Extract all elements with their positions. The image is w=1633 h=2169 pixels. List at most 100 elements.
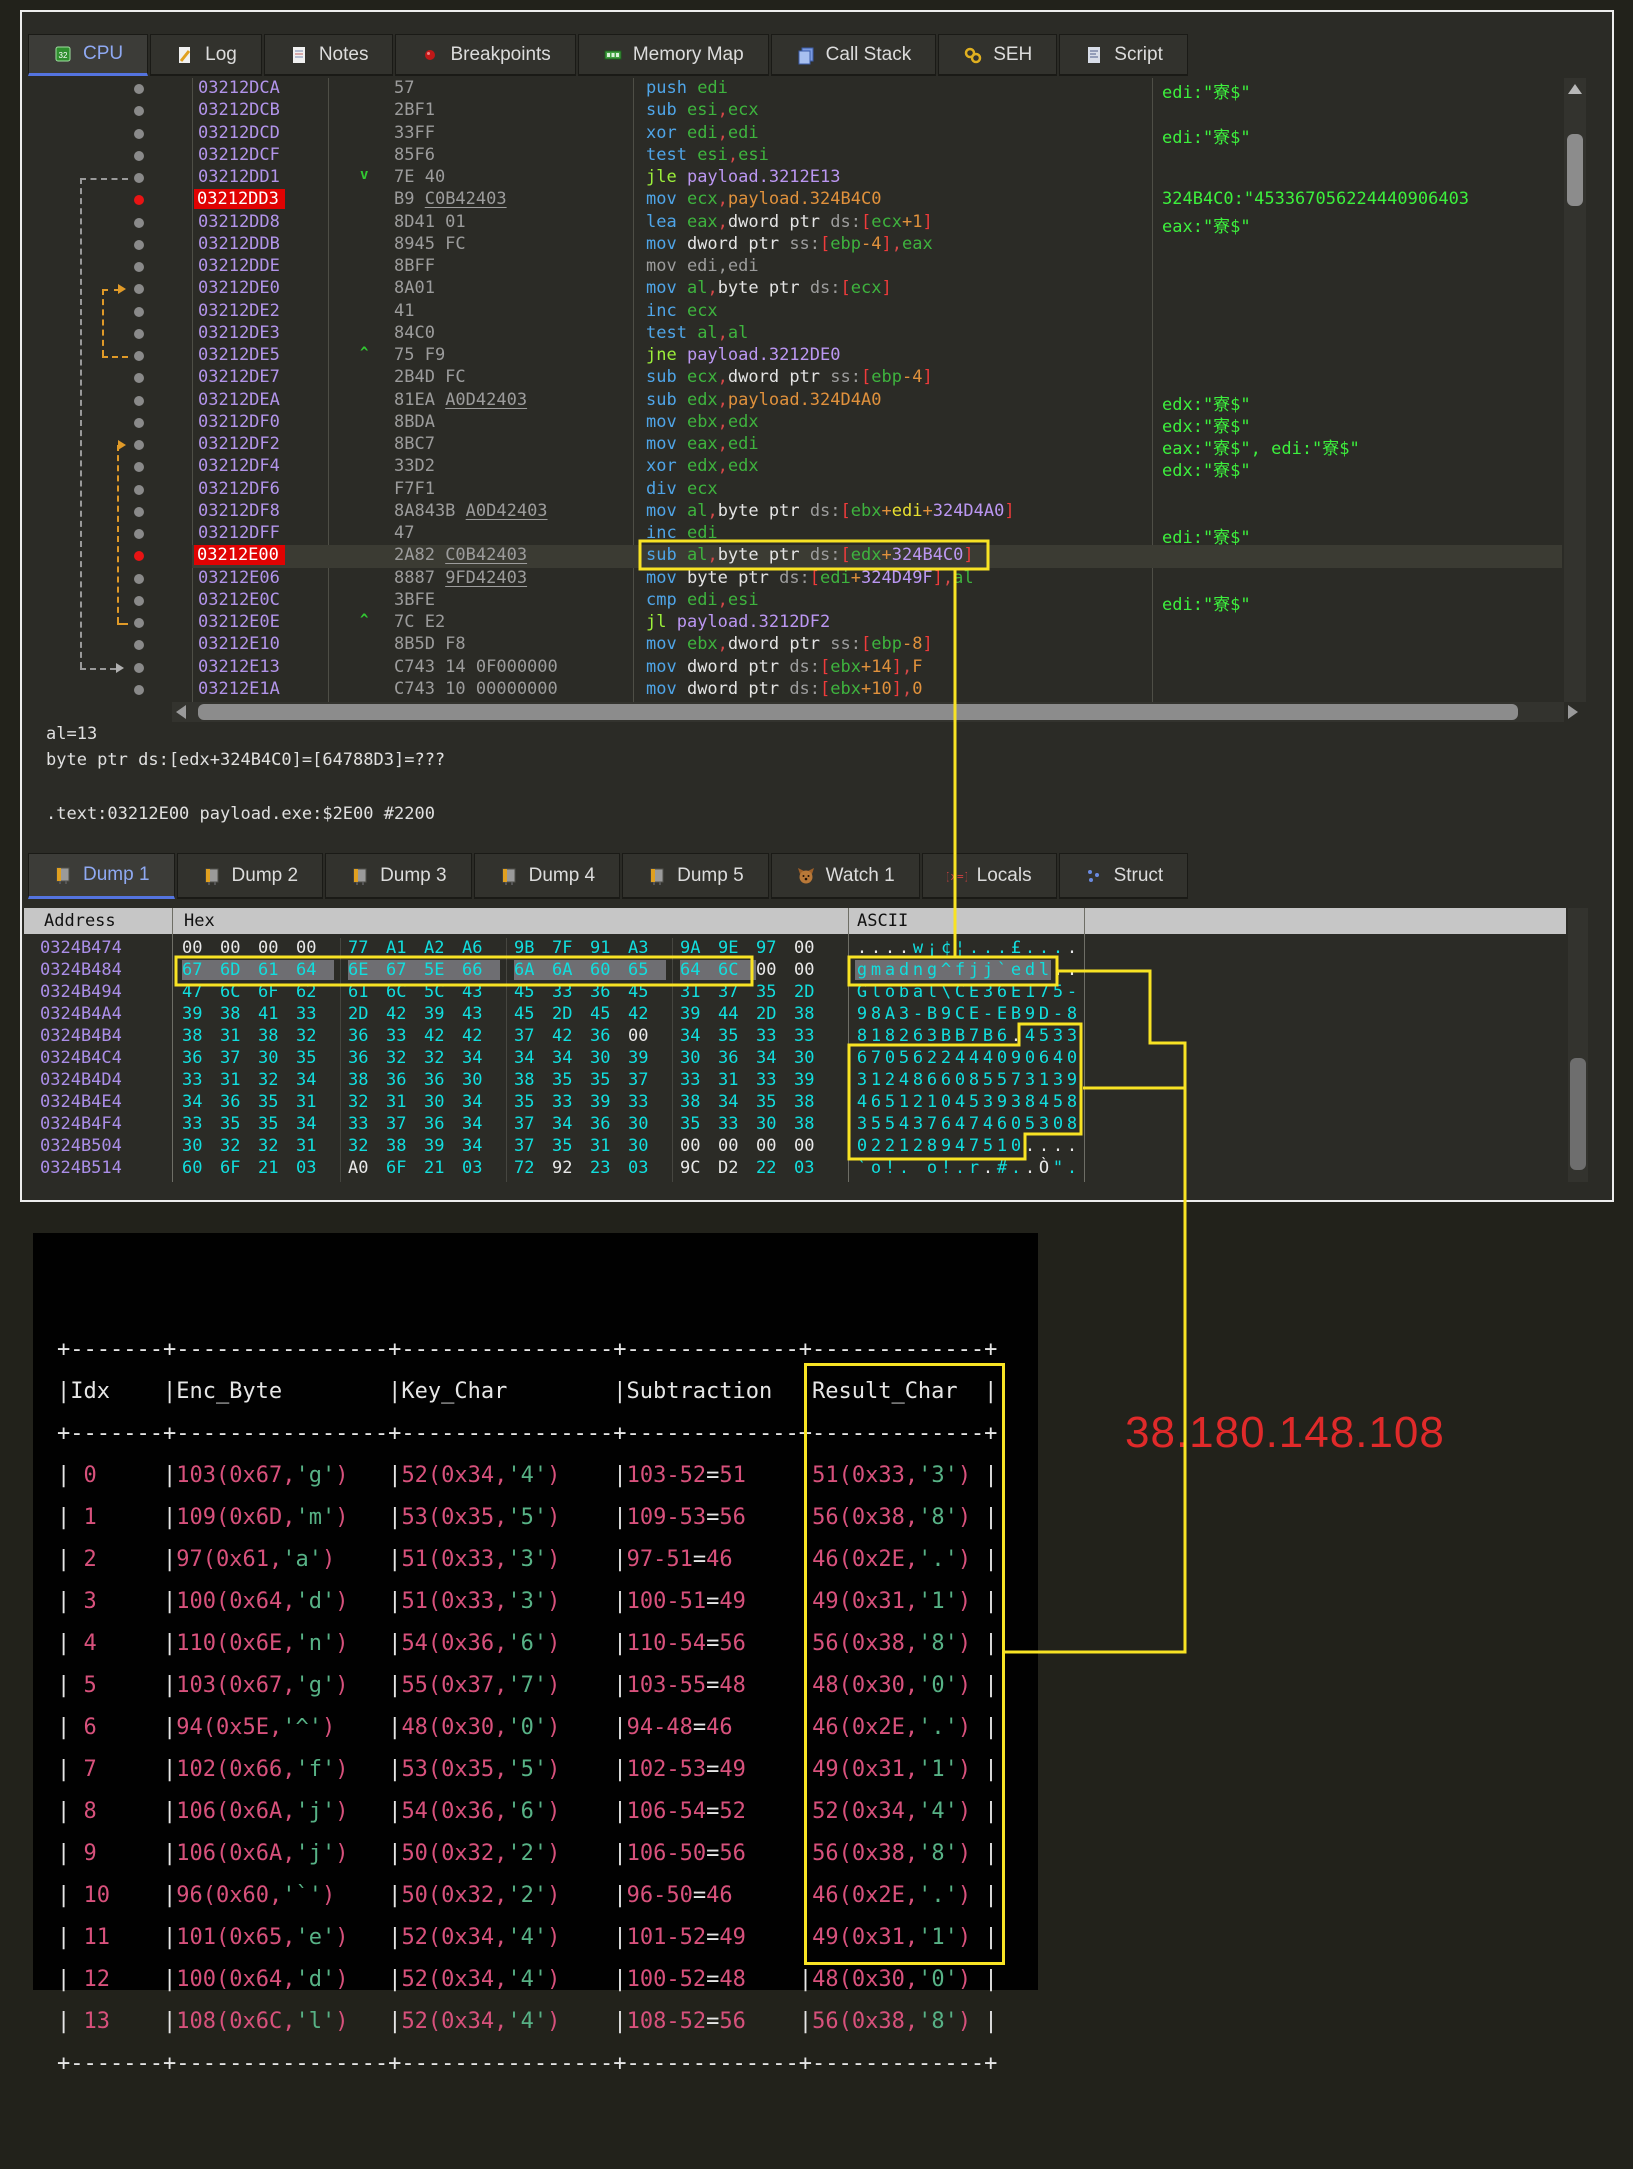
breakpoint-dot[interactable]: [134, 173, 144, 183]
disasm-row[interactable]: 03212E0E^7C E2jl payload.3212DF2: [22, 612, 1562, 634]
breakpoint-dot[interactable]: [134, 284, 144, 294]
breakpoint-dot[interactable]: [134, 663, 144, 673]
dump-row[interactable]: 0324B514606F2103A06F2103729223039CD22203…: [22, 1158, 1566, 1180]
tab-script[interactable]: Script: [1059, 34, 1188, 76]
disasm-row[interactable]: 03212DE241inc ecx: [22, 301, 1562, 323]
breakpoint-dot-active[interactable]: [134, 551, 144, 561]
dump-rows[interactable]: 0324B4740000000077A1A2A69B7F91A39A9E9700…: [22, 938, 1566, 1182]
dump-row[interactable]: 0324B4F433353534333736343734363035333038…: [22, 1114, 1566, 1136]
disassembly-view[interactable]: 03212DCA57push ediedi:"寮$"03212DCB2BF1su…: [22, 78, 1562, 702]
tab-dump-4[interactable]: Dump 4: [474, 853, 621, 899]
tab-dump-3[interactable]: Dump 3: [325, 853, 472, 899]
disasm-row[interactable]: 03212DE08A01mov al,byte ptr ds:[ecx]: [22, 278, 1562, 300]
disasm-row[interactable]: 03212DE384C0test al,al: [22, 323, 1562, 345]
disasm-row[interactable]: 03212E1AC743 10 00000000mov dword ptr ds…: [22, 679, 1562, 701]
tab-notes[interactable]: Notes: [264, 34, 394, 76]
breakpoint-dot[interactable]: [134, 373, 144, 383]
disasm-row[interactable]: 03212E002A82 C0B42403sub al,byte ptr ds:…: [22, 545, 1562, 567]
disasm-row[interactable]: 03212DFF47inc ediedi:"寮$": [22, 523, 1562, 545]
disasm-row[interactable]: 03212DF08BDAmov ebx,edxedx:"寮$": [22, 412, 1562, 434]
breakpoint-dot[interactable]: [134, 151, 144, 161]
disasm-row[interactable]: 03212DD88D41 01lea eax,dword ptr ds:[ecx…: [22, 212, 1562, 234]
disasm-row[interactable]: 03212DF6F7F1div ecx: [22, 479, 1562, 501]
disasm-row[interactable]: 03212DDB8945 FCmov dword ptr ss:[ebp-4],…: [22, 234, 1562, 256]
breakpoint-dot[interactable]: [134, 529, 144, 539]
scroll-thumb[interactable]: [1570, 1058, 1586, 1170]
dump-row[interactable]: 0324B4A4393841332D423943452D454239442D38…: [22, 1004, 1566, 1026]
disasm-row[interactable]: 03212DCB2BF1sub esi,ecx: [22, 100, 1562, 122]
disasm-row[interactable]: 03212DD3B9 C0B42403mov ecx,payload.324B4…: [22, 189, 1562, 211]
instruction-bytes: 2A82 C0B42403: [394, 545, 527, 565]
tab-cpu[interactable]: 32CPU: [28, 34, 148, 76]
breakpoint-dot[interactable]: [134, 307, 144, 317]
disasm-row[interactable]: 03212DF433D2xor edx,edxedx:"寮$": [22, 456, 1562, 478]
disasm-row[interactable]: 03212E068887 9FD42403mov byte ptr ds:[ed…: [22, 568, 1562, 590]
scroll-up-icon[interactable]: [1568, 84, 1582, 94]
breakpoint-dot[interactable]: [134, 685, 144, 695]
instruction-text: sub al,byte ptr ds:[edx+324B4C0]: [646, 545, 974, 565]
breakpoint-dot[interactable]: [134, 262, 144, 272]
breakpoint-dot[interactable]: [134, 507, 144, 517]
disasm-row[interactable]: 03212DEA81EA A0D42403sub edx,payload.324…: [22, 390, 1562, 412]
breakpoint-dot[interactable]: [134, 485, 144, 495]
tab-dump-2[interactable]: Dump 2: [177, 853, 324, 899]
breakpoint-dot[interactable]: [134, 640, 144, 650]
tab-log[interactable]: Log: [150, 34, 262, 76]
disasm-row[interactable]: 03212DD1v7E 40jle payload.3212E13: [22, 167, 1562, 189]
dump-row[interactable]: 0324B4E434363531323130343533393338343538…: [22, 1092, 1566, 1114]
breakpoint-dot[interactable]: [134, 129, 144, 139]
breakpoint-dot[interactable]: [134, 418, 144, 428]
instruction-address: 03212DD3: [194, 189, 285, 209]
breakpoint-dot[interactable]: [134, 462, 144, 472]
dump-row[interactable]: 0324B4740000000077A1A2A69B7F91A39A9E9700…: [22, 938, 1566, 960]
breakpoint-dot[interactable]: [134, 218, 144, 228]
breakpoint-dot-active[interactable]: [134, 195, 144, 205]
disasm-row[interactable]: 03212DCD33FFxor edi,ediedi:"寮$": [22, 123, 1562, 145]
breakpoint-dot[interactable]: [134, 396, 144, 406]
tab-seh[interactable]: SEH: [938, 34, 1057, 76]
breakpoint-dot[interactable]: [134, 618, 144, 628]
disasm-row[interactable]: 03212DCF85F6test esi,esi: [22, 145, 1562, 167]
disasm-row[interactable]: 03212DE72B4D FCsub ecx,dword ptr ss:[ebp…: [22, 367, 1562, 389]
tab-watch-1[interactable]: Watch 1: [771, 853, 920, 899]
breakpoint-dot[interactable]: [134, 574, 144, 584]
disasm-row[interactable]: 03212E0C3BFEcmp edi,esiedi:"寮$": [22, 590, 1562, 612]
dump-ascii: 98A3-B9CE-EB9D-8: [855, 1004, 1079, 1024]
tab-locals[interactable]: [x=]Locals: [922, 853, 1057, 899]
tab-struct[interactable]: Struct: [1059, 853, 1189, 899]
disasm-row[interactable]: 03212DE5^75 F9jne payload.3212DE0: [22, 345, 1562, 367]
dump-row[interactable]: 0324B494476C6F62616C5C43453336453137352D…: [22, 982, 1566, 1004]
dump-row[interactable]: 0324B4D433313234383636303835353733313339…: [22, 1070, 1566, 1092]
dump-vscrollbar[interactable]: [1568, 908, 1588, 1182]
tab-memory-map[interactable]: Memory Map: [578, 34, 769, 76]
dump-row[interactable]: 0324B4C436373035363232343434303930363430…: [22, 1048, 1566, 1070]
disasm-row[interactable]: 03212DDE8BFFmov edi,edi: [22, 256, 1562, 278]
disasm-hscrollbar[interactable]: [172, 702, 1564, 722]
dump-row[interactable]: 0324B4B438313832363342423742360034353333…: [22, 1026, 1566, 1048]
breakpoint-dot[interactable]: [134, 596, 144, 606]
tab-call-stack[interactable]: Call Stack: [771, 34, 937, 76]
disasm-row[interactable]: 03212DF88A843B A0D42403mov al,byte ptr d…: [22, 501, 1562, 523]
disasm-vscrollbar[interactable]: [1564, 78, 1586, 702]
disasm-row[interactable]: 03212DF28BC7mov eax,edieax:"寮$", edi:"寮$…: [22, 434, 1562, 456]
breakpoint-dot[interactable]: [134, 351, 144, 361]
scroll-left-icon[interactable]: [176, 705, 186, 719]
breakpoint-dot[interactable]: [134, 440, 144, 450]
breakpoint-dot[interactable]: [134, 329, 144, 339]
breakpoint-dot[interactable]: [134, 240, 144, 250]
breakpoint-dot[interactable]: [134, 106, 144, 116]
scroll-right-icon[interactable]: [1568, 705, 1578, 719]
dump-row[interactable]: 0324B484676D61646E675E666A6A6065646C0000…: [22, 960, 1566, 982]
disasm-row[interactable]: 03212E108B5D F8mov ebx,dword ptr ss:[ebp…: [22, 634, 1562, 656]
dump-row[interactable]: 0324B50430323231323839343735313000000000…: [22, 1136, 1566, 1158]
instruction-bytes: 8945 FC: [394, 234, 466, 254]
tab-breakpoints[interactable]: Breakpoints: [395, 34, 575, 76]
disasm-row[interactable]: 03212E13C743 14 0F000000mov dword ptr ds…: [22, 657, 1562, 679]
breakpoint-dot[interactable]: [134, 84, 144, 94]
disasm-row[interactable]: 03212DCA57push ediedi:"寮$": [22, 78, 1562, 100]
scroll-thumb[interactable]: [198, 704, 1518, 720]
scroll-thumb[interactable]: [1567, 134, 1583, 206]
instruction-text: sub ecx,dword ptr ss:[ebp-4]: [646, 367, 933, 387]
tab-dump-1[interactable]: Dump 1: [28, 853, 175, 899]
tab-dump-5[interactable]: Dump 5: [622, 853, 769, 899]
